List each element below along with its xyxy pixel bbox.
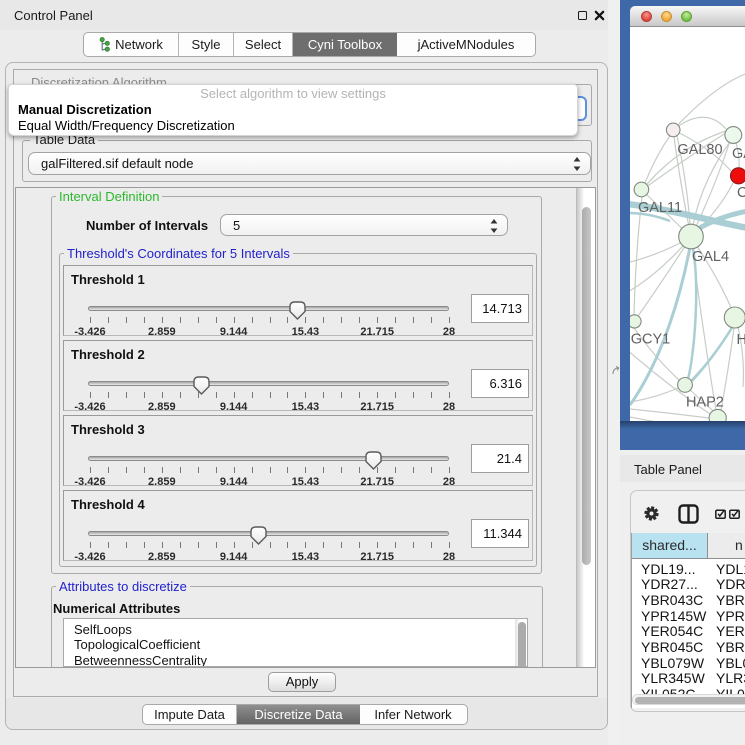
svg-text:CR: CR — [737, 185, 745, 201]
svg-text:HI: HI — [737, 332, 745, 348]
svg-text:GCY1: GCY1 — [631, 332, 671, 348]
svg-text:GAL4: GAL4 — [692, 249, 729, 265]
svg-text:GAL80: GAL80 — [677, 142, 722, 158]
svg-text:GA: GA — [732, 146, 745, 162]
svg-text:HAP2: HAP2 — [686, 395, 724, 411]
svg-text:GAL11: GAL11 — [638, 200, 682, 216]
